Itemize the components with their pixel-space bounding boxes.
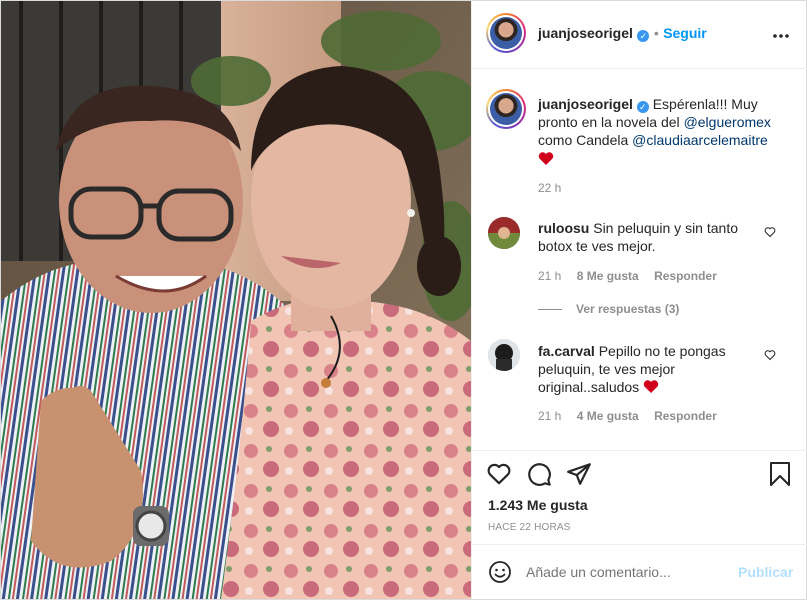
post-image (1, 1, 471, 599)
comment-bubble-icon[interactable] (526, 461, 552, 487)
verified-icon: ✓ (636, 101, 649, 113)
like-comment-heart-icon[interactable] (764, 226, 776, 238)
caption-avatar[interactable] (486, 89, 526, 129)
comment-likes[interactable]: 8 Me gusta (577, 269, 639, 283)
save-bookmark-icon[interactable] (768, 461, 792, 487)
action-bar: 1.243 Me gusta HACE 22 HORAS (472, 450, 807, 533)
reply-button[interactable]: Responder (654, 269, 717, 283)
dot-separator: • (653, 25, 659, 41)
share-paper-plane-icon[interactable] (566, 461, 592, 487)
comment-time[interactable]: 21 h (538, 409, 561, 423)
caption-line1: Espérenla!!! Muy (652, 96, 758, 112)
comment-avatar-fa-carval[interactable] (488, 339, 520, 371)
author-avatar[interactable] (486, 13, 526, 53)
verified-icon: ✓ (637, 30, 650, 42)
mention-elgueromex[interactable]: @elgueromex (684, 114, 771, 130)
comment-text-line2: peluquin, te ves mejor (538, 361, 675, 377)
more-dots-icon[interactable] (772, 27, 790, 45)
likes-count[interactable]: 1.243 Me gusta (488, 497, 588, 513)
emoji-smiley-icon[interactable] (488, 560, 512, 584)
comment-avatar-ruloosu[interactable] (488, 217, 520, 249)
view-replies-label[interactable]: Ver respuestas (3) (576, 302, 679, 316)
comment-1: ruloosu Sin peluquin y sin tanto botox t… (538, 219, 770, 255)
comment-1-meta: 21 h 8 Me gusta Responder (538, 269, 717, 283)
comment-2-meta: 21 h 4 Me gusta Responder (538, 409, 717, 423)
comment-time[interactable]: 21 h (538, 269, 561, 283)
comment-username[interactable]: ruloosu (538, 220, 589, 236)
replies-line (538, 309, 562, 311)
heart-emoji-icon (643, 380, 659, 393)
header-meta: juanjoseorigel ✓ • Seguir (538, 25, 707, 43)
add-comment-bar: Publicar (472, 544, 807, 599)
heart-emoji-icon (538, 152, 554, 165)
caption: juanjoseorigel ✓ Espérenla!!! Muy pronto… (538, 95, 798, 167)
caption-time[interactable]: 22 h (538, 181, 561, 195)
post-header: juanjoseorigel ✓ • Seguir (472, 1, 807, 69)
view-replies[interactable]: Ver respuestas (3) (538, 302, 679, 316)
comment-text-line1: Pepillo no te pongas (598, 343, 726, 359)
comment-2: fa.carval Pepillo no te pongas peluquin,… (538, 342, 770, 396)
caption-username[interactable]: juanjoseorigel (538, 96, 633, 112)
mention-claudiaarcelemaitre[interactable]: @claudiaarcelemaitre (632, 132, 768, 148)
like-comment-heart-icon[interactable] (764, 349, 776, 361)
comment-text-line3: original..saludos (538, 379, 640, 395)
publish-button[interactable]: Publicar (738, 564, 793, 580)
like-heart-icon[interactable] (486, 461, 512, 487)
caption-line3: como Candela (538, 132, 633, 148)
comment-text-line2: botox te ves mejor. (538, 238, 656, 254)
comment-input[interactable] (526, 561, 726, 583)
instagram-post: juanjoseorigel ✓ • Seguir juanjoseorigel… (0, 0, 807, 600)
author-username[interactable]: juanjoseorigel (538, 25, 633, 41)
comment-username[interactable]: fa.carval (538, 343, 595, 359)
reply-button[interactable]: Responder (654, 409, 717, 423)
follow-button[interactable]: Seguir (663, 25, 707, 41)
comment-text-line1: Sin peluquin y sin tanto (593, 220, 738, 236)
caption-line2: pronto en la novela del (538, 114, 684, 130)
comment-likes[interactable]: 4 Me gusta (577, 409, 639, 423)
post-photo[interactable] (1, 1, 471, 599)
post-age[interactable]: HACE 22 HORAS (488, 522, 571, 533)
post-side-panel: juanjoseorigel ✓ • Seguir juanjoseorigel… (471, 1, 807, 599)
